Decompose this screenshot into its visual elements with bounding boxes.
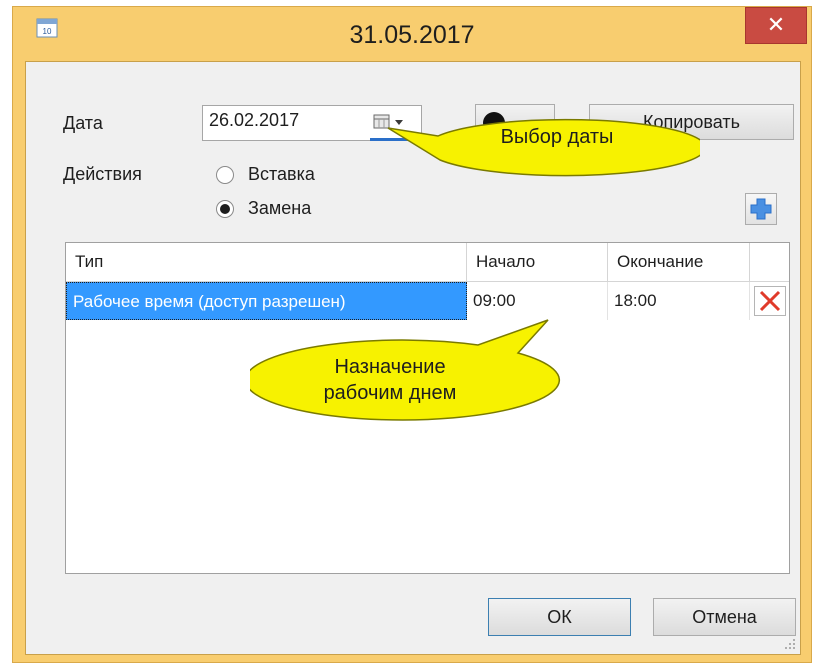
add-row-button[interactable] xyxy=(745,193,777,225)
cancel-button[interactable]: Отмена xyxy=(653,598,796,636)
table-header: Тип Начало Окончание xyxy=(66,243,789,282)
radio-replace-label: Замена xyxy=(248,198,312,218)
column-header-end[interactable]: Окончание xyxy=(608,243,750,281)
callout-workday-line1: Назначение xyxy=(334,356,446,378)
date-value: 26.02.2017 xyxy=(209,110,300,130)
radio-insert[interactable] xyxy=(216,166,234,184)
ok-button[interactable]: ОК xyxy=(488,598,631,636)
callout-date-bubble xyxy=(387,118,700,177)
close-button[interactable]: ✕ xyxy=(745,7,807,44)
radio-insert-label: Вставка xyxy=(248,164,315,184)
window-title: 31.05.2017 xyxy=(349,21,475,49)
plus-icon xyxy=(750,198,772,220)
column-header-type[interactable]: Тип xyxy=(66,243,467,281)
callout-workday-line2: рабочим днем xyxy=(323,382,457,404)
actions-label: Действия xyxy=(63,164,142,184)
delete-row-button[interactable] xyxy=(754,286,786,316)
cell-end[interactable]: 18:00 xyxy=(608,282,750,320)
callout-workday-text: Назначение рабочим днем xyxy=(290,354,490,406)
callout-date-text: Выбор даты xyxy=(500,126,614,148)
delete-icon xyxy=(759,290,781,312)
date-label: Дата xyxy=(63,113,103,133)
resize-grip-icon[interactable] xyxy=(784,638,796,650)
radio-replace[interactable] xyxy=(216,200,234,218)
column-header-start[interactable]: Начало xyxy=(467,243,608,281)
